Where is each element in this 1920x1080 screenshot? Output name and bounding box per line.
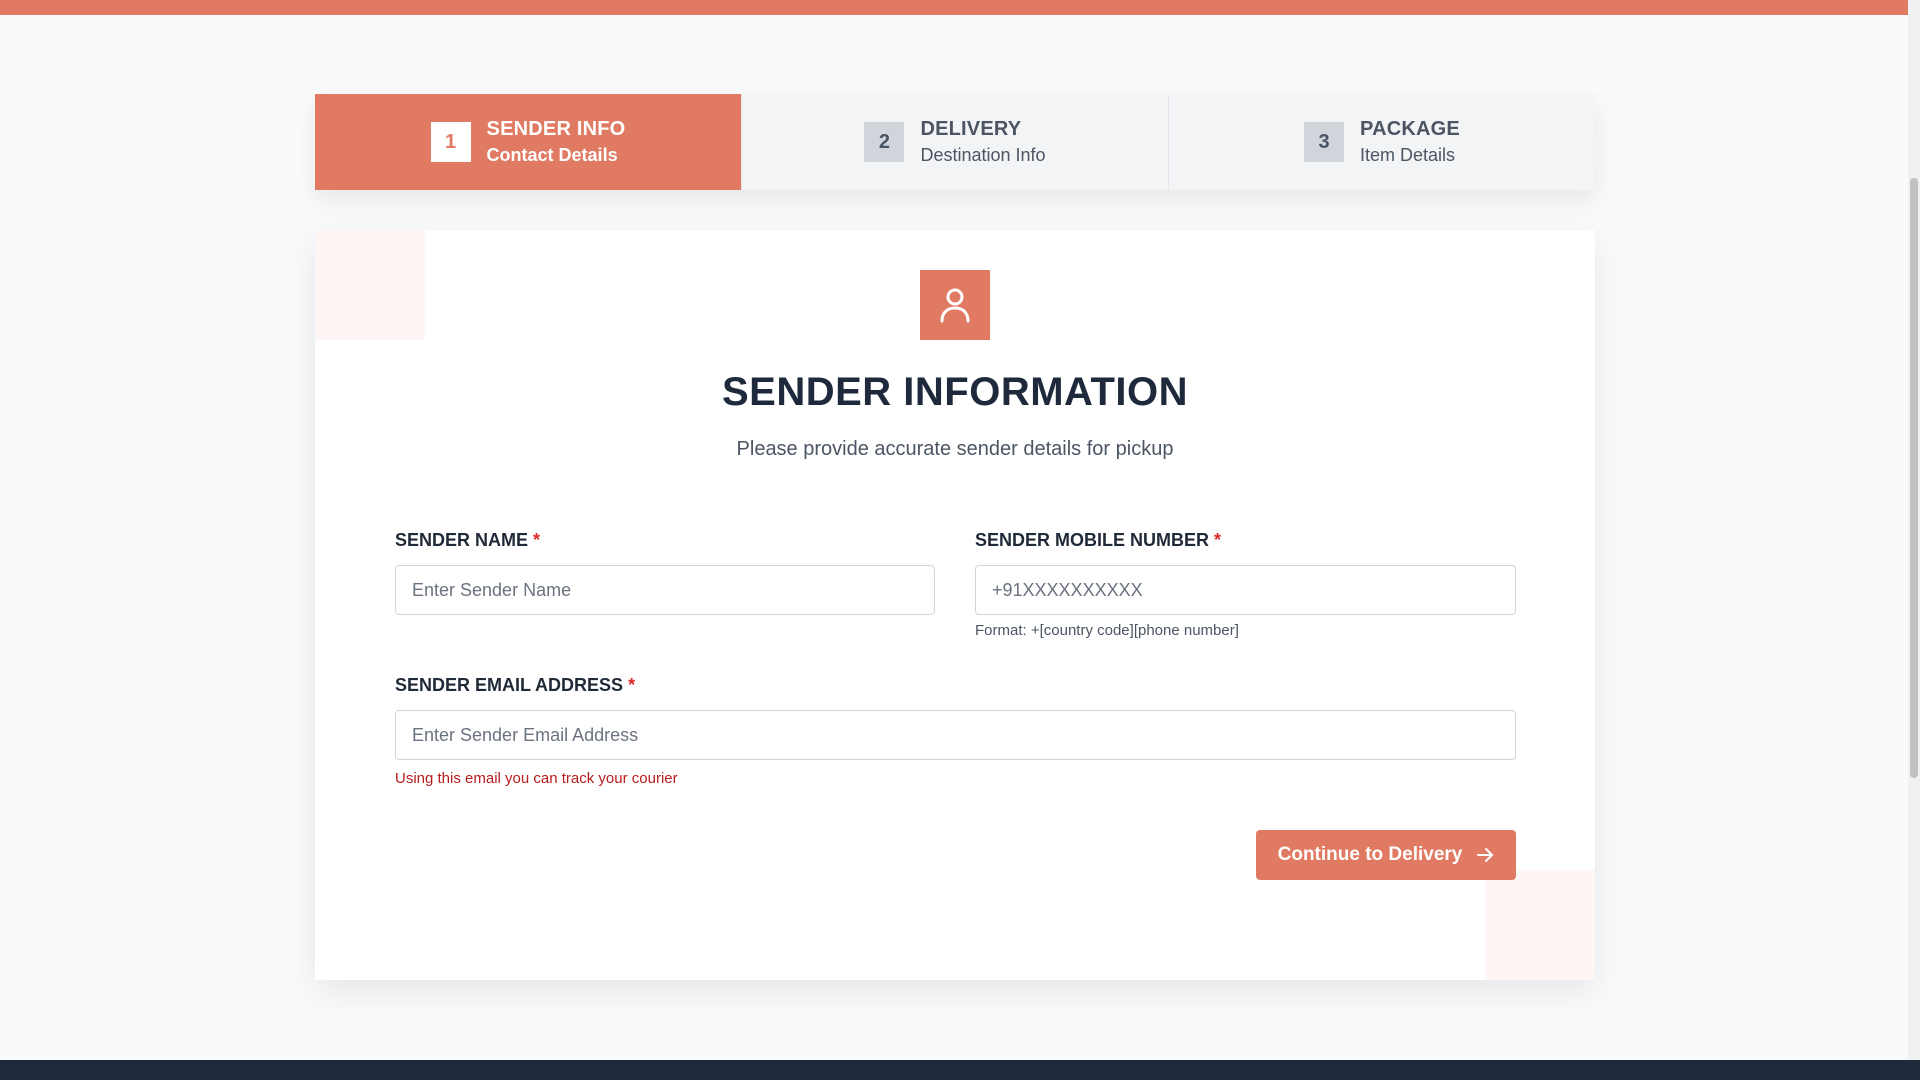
continue-to-delivery-button[interactable]: Continue to Delivery [1256,830,1516,880]
top-accent-bar [0,0,1908,15]
step-sender-info[interactable]: 1 SENDER INFO Contact Details [315,94,742,190]
required-mark: * [1214,530,1222,550]
step-title: PACKAGE [1360,118,1460,140]
sender-mobile-input[interactable] [975,565,1516,615]
step-subtitle: Contact Details [486,145,618,165]
email-tracking-hint: Using this email you can track your cour… [395,770,678,787]
sender-form-card: SENDER INFORMATION Please provide accura… [315,230,1595,980]
scrollbar[interactable] [1908,0,1920,1060]
step-delivery[interactable]: 2 DELIVERY Destination Info [742,94,1169,190]
step-number: 3 [1304,122,1345,162]
footer [0,1060,1920,1080]
mobile-format-hint: Format: +[country code][phone number] [975,622,1239,639]
page-title: SENDER INFORMATION [721,370,1189,414]
step-title: DELIVERY [920,118,1022,140]
required-mark: * [533,530,541,550]
step-package[interactable]: 3 PACKAGE Item Details [1169,94,1595,190]
sender-name-input[interactable] [395,565,935,615]
required-mark: * [628,675,636,695]
step-subtitle: Item Details [1360,145,1456,165]
step-subtitle: Destination Info [920,145,1046,165]
user-icon [920,270,990,340]
sender-email-input[interactable] [395,710,1516,760]
scrollbar-thumb[interactable] [1910,178,1918,778]
step-number: 1 [430,122,471,162]
stepper: 1 SENDER INFO Contact Details 2 DELIVERY… [315,94,1595,190]
sender-name-label: SENDER NAME * [395,530,541,550]
sender-mobile-label: SENDER MOBILE NUMBER * [975,530,1222,550]
continue-button-label: Continue to Delivery [1277,844,1463,865]
decorative-corner [1485,870,1595,980]
arrow-right-icon [1477,848,1494,862]
page-subtitle: Please provide accurate sender details f… [736,438,1174,460]
step-title: SENDER INFO [486,118,626,140]
decorative-corner [315,230,425,340]
step-number: 2 [864,122,905,162]
sender-email-label: SENDER EMAIL ADDRESS * [395,675,636,695]
